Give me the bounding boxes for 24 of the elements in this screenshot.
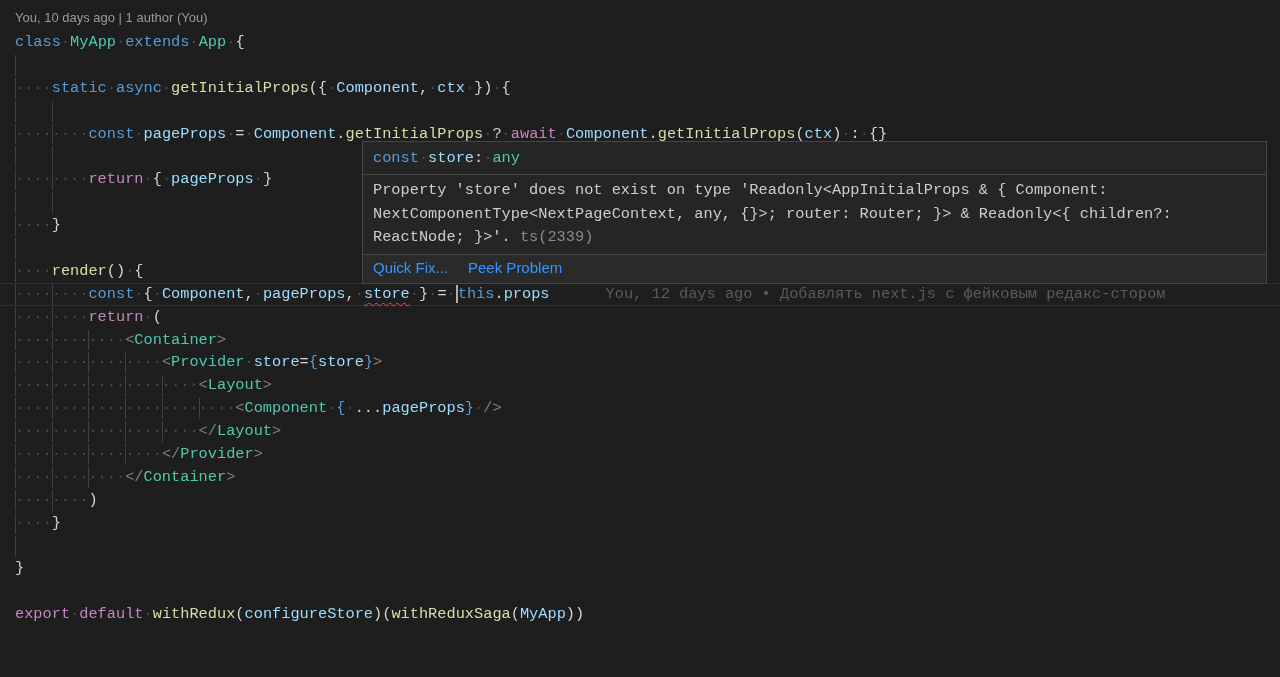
code-line: ········const·pageProps·=·Component.getInitialProps·?·await·Component.getInitialProps(ctx)·:·{} <box>15 123 888 145</box>
action-link[interactable]: Peek Problem <box>468 257 563 280</box>
code-line: export·default·withRedux(configureStore)(withReduxSaga(MyApp)) <box>15 604 585 626</box>
codelens-text[interactable]: You, 10 days ago | 1 author (You) <box>15 10 208 25</box>
code-line: ········return·( <box>15 306 162 328</box>
action-link[interactable]: Quick Fix... <box>373 257 448 280</box>
code-line: class·MyApp·extends·App·{ <box>15 32 245 53</box>
code-line: ························<Component·{·...pageProps}·/> <box>15 398 502 420</box>
error-message: Property 'store' does not exist on type 'Readonly<AppInitialProps & { Component: NextComponentType<NextPageContext, any, {}>; router: Router; }> & Readonly<{ children?: ReactNode; }>'. ts(2339) <box>373 180 1173 248</box>
hover-signature: const·store:·any <box>373 147 520 169</box>
code-line: ················</Provider> <box>15 444 263 466</box>
code-line: ····} <box>15 215 61 237</box>
code-line: } <box>15 558 25 580</box>
code-line: ········return·{·pageProps·} <box>15 169 273 191</box>
code-line: ····static·async·getInitialProps({·Component,·ctx·})·{ <box>15 77 511 99</box>
code-line: ····} <box>15 512 61 534</box>
code-line: ········) <box>15 489 98 511</box>
code-line: ················<Provider·store={store}> <box>15 352 383 374</box>
code-line: ····render()·{ <box>15 260 144 282</box>
code-line: ············</Container> <box>15 466 236 488</box>
code-line: ············<Container> <box>15 329 227 351</box>
code-line: ····················<Layout> <box>15 375 273 397</box>
code-line: ····················</Layout> <box>15 421 282 443</box>
blame-annotation: You, 12 days ago • Добавлять next.js с фейковым редакс-стором <box>605 283 1166 305</box>
